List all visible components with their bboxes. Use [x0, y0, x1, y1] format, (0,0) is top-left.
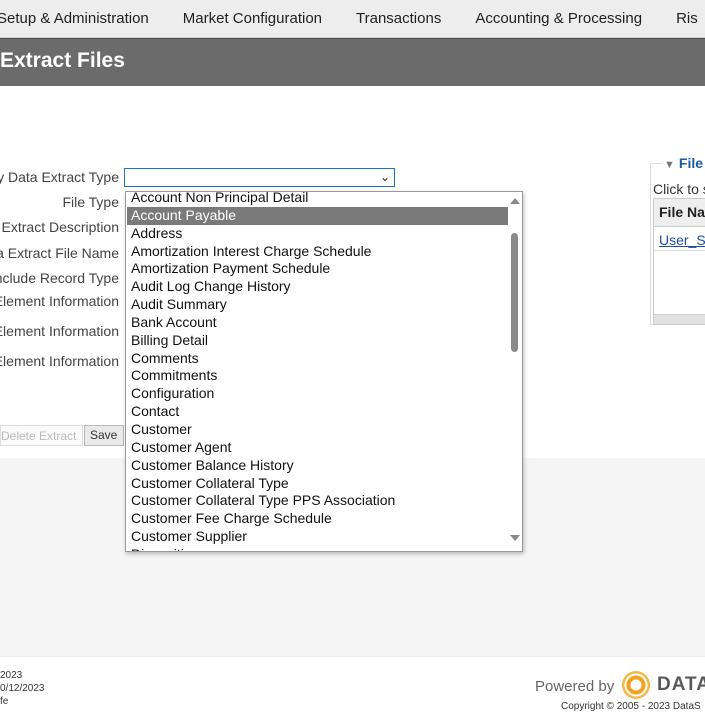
dropdown-option[interactable]: Audit Log Change History: [127, 278, 508, 296]
label-element-information-1: Element Information: [0, 293, 119, 309]
nav-setup-administration[interactable]: Setup & Administration: [0, 10, 166, 27]
dropdown-option[interactable]: Customer Fee Charge Schedule: [127, 510, 508, 528]
column-header-file-name[interactable]: File Na: [654, 199, 705, 227]
save-button[interactable]: Save: [84, 425, 124, 446]
title-bar: Extract Files: [0, 38, 705, 86]
label-include-record-type: nclude Record Type: [0, 270, 119, 286]
table-row: User_S: [654, 227, 705, 251]
dropdown-option[interactable]: Amortization Interest Charge Schedule: [127, 243, 508, 261]
data-extract-type-select[interactable]: ⌄: [124, 168, 395, 187]
dropdown-option[interactable]: Account Non Principal Detail: [127, 192, 508, 207]
dropdown-option[interactable]: Customer Collateral Type PPS Association: [127, 492, 508, 510]
footer: 2023 0/12/2023 fe Powered by DATA Copyri…: [0, 656, 705, 721]
files-panel: ▼ File Click to s File Na User_S: [650, 150, 705, 325]
chevron-down-icon: ⌄: [379, 170, 390, 184]
extract-type-dropdown-list[interactable]: Account Non Principal Detail Account Paya…: [125, 191, 523, 552]
dropdown-option[interactable]: Address: [127, 225, 508, 243]
dropdown-option[interactable]: Customer Supplier: [127, 528, 508, 546]
files-grid: File Na User_S: [653, 198, 705, 325]
scroll-down-icon[interactable]: [510, 535, 520, 541]
dropdown-option[interactable]: Customer Collateral Type: [127, 475, 508, 493]
dropdown-option[interactable]: Customer Balance History: [127, 457, 508, 475]
label-element-information-2: Element Information: [0, 323, 119, 339]
file-link[interactable]: User_S: [659, 232, 705, 248]
horizontal-scrollbar[interactable]: [654, 314, 705, 324]
nav-accounting-processing[interactable]: Accounting & Processing: [458, 10, 659, 27]
label-extract-description: Extract Description: [1, 219, 119, 235]
brand-logo-icon: [622, 671, 650, 699]
files-panel-legend[interactable]: ▼ File: [662, 155, 705, 171]
page-title: Extract Files: [0, 49, 125, 72]
label-data-extract-type: y Data Extract Type: [0, 169, 119, 185]
label-extract-file-name: a Extract File Name: [0, 245, 119, 261]
top-navigation: Setup & Administration Market Configurat…: [0, 0, 705, 38]
scroll-up-icon[interactable]: [510, 198, 520, 204]
dropdown-option[interactable]: Account Payable: [127, 206, 508, 225]
dropdown-option[interactable]: Customer Agent: [127, 439, 508, 457]
footer-info-line-3: fe: [0, 696, 9, 707]
brand-name: DATA: [657, 674, 705, 695]
dropdown-option[interactable]: Configuration: [127, 385, 508, 403]
dropdown-option[interactable]: Billing Detail: [127, 332, 508, 350]
collapse-triangle-icon[interactable]: ▼: [664, 159, 675, 171]
footer-info-line-1: 2023: [0, 670, 23, 681]
dropdown-option[interactable]: Comments: [127, 350, 508, 368]
nav-transactions[interactable]: Transactions: [339, 10, 458, 27]
files-panel-title: File: [678, 155, 704, 171]
dropdown-option[interactable]: Contact: [127, 403, 508, 421]
dropdown-option[interactable]: Amortization Payment Schedule: [127, 260, 508, 278]
dropdown-option[interactable]: Customer: [127, 421, 508, 439]
delete-extract-button[interactable]: Delete Extract: [0, 425, 84, 446]
dropdown-options: Account Non Principal Detail Account Paya…: [126, 192, 508, 551]
copyright-text: Copyright © 2005 - 2023 DataS: [561, 701, 701, 712]
dropdown-option[interactable]: Bank Account: [127, 314, 508, 332]
footer-info-line-2: 0/12/2023: [0, 683, 45, 694]
dropdown-scrollbar[interactable]: [508, 192, 522, 551]
nav-market-configuration[interactable]: Market Configuration: [166, 10, 339, 27]
dropdown-option[interactable]: Commitments: [127, 367, 508, 385]
nav-risk[interactable]: Ris: [659, 10, 705, 27]
label-file-type: File Type: [62, 194, 119, 210]
powered-by-text: Powered by: [535, 678, 615, 695]
files-panel-hint: Click to s: [653, 181, 705, 197]
label-element-information-3: Element Information: [0, 353, 119, 369]
dropdown-option[interactable]: Audit Summary: [127, 296, 508, 314]
dropdown-option[interactable]: Disposition: [127, 546, 508, 551]
scrollbar-thumb[interactable]: [511, 233, 518, 352]
